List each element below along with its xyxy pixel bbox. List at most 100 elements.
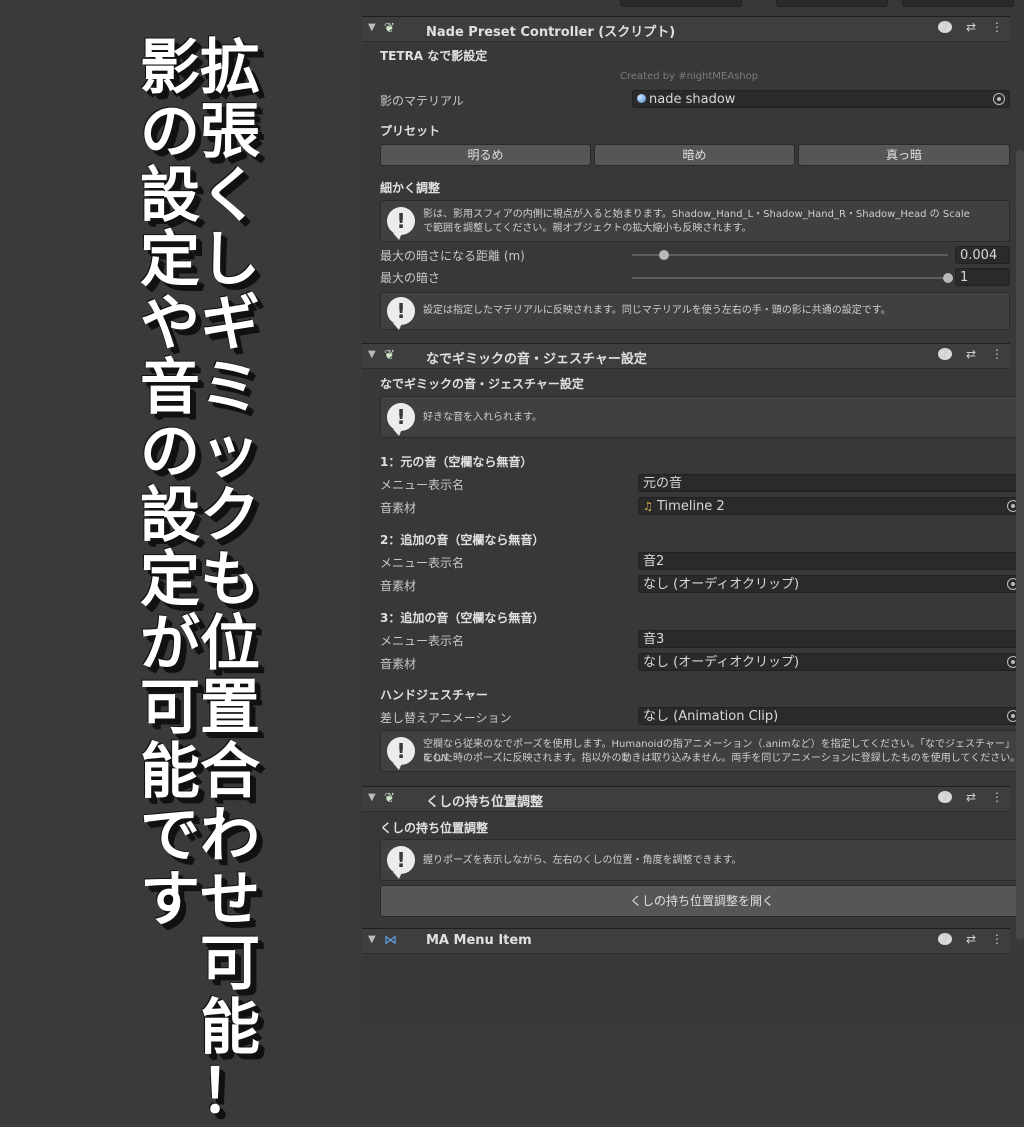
sound3-menu-field[interactable]: 音3 [638, 630, 1024, 648]
audio-clip-icon: ♫ [643, 500, 653, 513]
replace-animation-label: 差し替えアニメーション [380, 711, 512, 725]
component-title: Nade Preset Controller (スクリプト) [426, 25, 676, 40]
component-title: なでギミックの音・ジェスチャー設定 [426, 352, 647, 367]
sound2-menu-field[interactable]: 音2 [638, 552, 1024, 570]
darkness-slider-track[interactable] [632, 277, 948, 279]
max-darkness-label: 最大の暗さ [380, 271, 441, 285]
material-sphere-icon [637, 94, 646, 103]
settings-icon[interactable]: ⇄ [964, 347, 978, 361]
overlay-title-char: も [200, 545, 260, 615]
credit-text: Created by #nightMEAshop [620, 71, 759, 82]
more-menu-icon[interactable]: ⋮ [990, 20, 1004, 34]
settings-icon[interactable]: ⇄ [964, 20, 978, 34]
sound3-clip-field[interactable]: なし (オーディオクリップ) [638, 653, 1024, 671]
settings-icon[interactable]: ⇄ [964, 932, 978, 946]
warning-icon: ! [387, 846, 415, 879]
sound2-menu-label: メニュー表示名 [380, 556, 465, 570]
warning-icon: ! [387, 297, 415, 330]
sound1-menu-field[interactable]: 元の音 [638, 474, 1024, 492]
darkness-value-field[interactable]: 1 [955, 268, 1010, 286]
script-icon: ❦ [384, 21, 395, 36]
replace-animation-field[interactable]: なし (Animation Clip) [638, 707, 1024, 725]
material-field[interactable]: nade shadow [632, 90, 1010, 108]
overlay-title-char: 合 [200, 737, 260, 807]
sound1-clip-field[interactable]: ♫ Timeline 2 [638, 497, 1024, 515]
open-comb-adjust-button[interactable]: くしの持ち位置調整を開く [380, 885, 1024, 917]
distance-slider-knob[interactable] [658, 250, 669, 260]
help-icon[interactable]: ? [938, 932, 952, 946]
overlay-title-char: 位 [200, 609, 260, 679]
overlay-title-char: ミ [200, 353, 260, 423]
component-header-nade-preset[interactable]: ▼ ❦ Nade Preset Controller (スクリプト) ? ⇄ ⋮ [362, 16, 1010, 42]
component-header-ma-menu-item[interactable]: ▼ ⋈ MA Menu Item ? ⇄ ⋮ [362, 928, 1010, 954]
warning-icon: ! [387, 403, 415, 436]
sound2-clip-field[interactable]: なし (オーディオクリップ) [638, 575, 1024, 593]
section-subtitle: TETRA なで影設定 [380, 49, 488, 63]
sound1-menu-label: メニュー表示名 [380, 478, 465, 492]
sound2-header: 2：追加の音（空欄なら無音） [380, 533, 545, 547]
sound1-clip-label: 音素材 [380, 501, 417, 515]
help-box-scale: ! 影は、影用スフィアの内側に視点が入ると始まります。Shadow_Hand_L… [380, 200, 1010, 242]
distance-slider-track[interactable] [632, 254, 948, 256]
inspector-panel: ▼ ❦ Nade Preset Controller (スクリプト) ? ⇄ ⋮… [362, 0, 1024, 1024]
script-icon: ❦ [384, 791, 395, 806]
settings-icon[interactable]: ⇄ [964, 790, 978, 804]
more-menu-icon[interactable]: ⋮ [990, 932, 1004, 946]
help-icon[interactable]: ? [938, 347, 952, 361]
vertical-scrollbar[interactable] [1016, 150, 1024, 940]
overlay-title-char: わ [200, 801, 260, 871]
overlay-title-char: 置 [200, 673, 260, 743]
foldout-arrow-icon[interactable]: ▼ [368, 934, 376, 945]
overlay-title-column-2: 拡張くしギミックも位置合わせ可能！ [190, 36, 270, 1124]
preset-bright-button[interactable]: 明るめ [380, 144, 591, 166]
component-title: くしの持ち位置調整 [426, 795, 544, 810]
component-header-comb-position[interactable]: ▼ ❦ くしの持ち位置調整 ? ⇄ ⋮ [362, 786, 1010, 812]
foldout-arrow-icon[interactable]: ▼ [368, 349, 376, 360]
help-box-sound: ! 好きな音を入れられます。 [380, 396, 1024, 438]
overlay-title-char: 可 [200, 929, 260, 999]
foldout-arrow-icon[interactable]: ▼ [368, 22, 376, 33]
section-subtitle: くしの持ち位置調整 [380, 821, 489, 835]
component-header-sound-gesture[interactable]: ▼ ❦ なでギミックの音・ジェスチャー設定 ? ⇄ ⋮ [362, 343, 1010, 369]
material-label: 影のマテリアル [380, 94, 464, 108]
help-icon[interactable]: ? [938, 790, 952, 804]
max-dark-distance-label: 最大の暗さになる距離 (m) [380, 249, 525, 263]
object-picker-icon[interactable] [993, 93, 1005, 105]
overlay-title-char: ク [200, 481, 260, 551]
fine-tune-label: 細かく調整 [380, 181, 441, 195]
preset-label: プリセット [380, 124, 441, 138]
overlay-title-char: せ [200, 865, 260, 935]
warning-icon: ! [387, 737, 415, 770]
overlay-title-char: ！ [200, 1057, 260, 1127]
preset-pitch-black-button[interactable]: 真っ暗 [798, 144, 1010, 166]
overlay-title-char: し [200, 225, 260, 295]
overlay-title-char: 拡 [200, 33, 260, 103]
more-menu-icon[interactable]: ⋮ [990, 347, 1004, 361]
overlay-title-char: く [200, 161, 260, 231]
component-title: MA Menu Item [426, 933, 532, 948]
sound3-clip-label: 音素材 [380, 657, 417, 671]
top-field-strip [362, 0, 1024, 14]
help-box-comb: ! 握りポーズを表示しながら、左右のくしの位置・角度を調整できます。 [380, 839, 1024, 881]
help-icon[interactable]: ? [938, 20, 952, 34]
ma-menu-icon: ⋈ [384, 933, 397, 948]
darkness-slider-knob[interactable] [943, 273, 953, 283]
overlay-title-char: 能 [200, 993, 260, 1063]
warning-icon: ! [387, 207, 415, 240]
distance-value-field[interactable]: 0.004 [955, 246, 1010, 264]
more-menu-icon[interactable]: ⋮ [990, 790, 1004, 804]
overlay-title-char: 張 [200, 97, 260, 167]
sound1-header: 1：元の音（空欄なら無音） [380, 455, 533, 469]
section-subtitle: なでギミックの音・ジェスチャー設定 [380, 377, 584, 391]
overlay-title-char: ギ [200, 289, 260, 359]
help-box-gesture: ! 空欄なら従来のなでポーズを使用します。Humanoidの指アニメーション（.… [380, 730, 1024, 772]
help-box-material: ! 設定は指定したマテリアルに反映されます。同じマテリアルを使う左右の手・頭の影… [380, 292, 1010, 330]
preset-dark-button[interactable]: 暗め [594, 144, 795, 166]
sound2-clip-label: 音素材 [380, 579, 417, 593]
script-icon: ❦ [384, 348, 395, 363]
foldout-arrow-icon[interactable]: ▼ [368, 792, 376, 803]
sound3-header: 3：追加の音（空欄なら無音） [380, 611, 545, 625]
sound3-menu-label: メニュー表示名 [380, 634, 465, 648]
overlay-title-char: ッ [200, 417, 260, 487]
hand-gesture-header: ハンドジェスチャー [380, 688, 488, 702]
